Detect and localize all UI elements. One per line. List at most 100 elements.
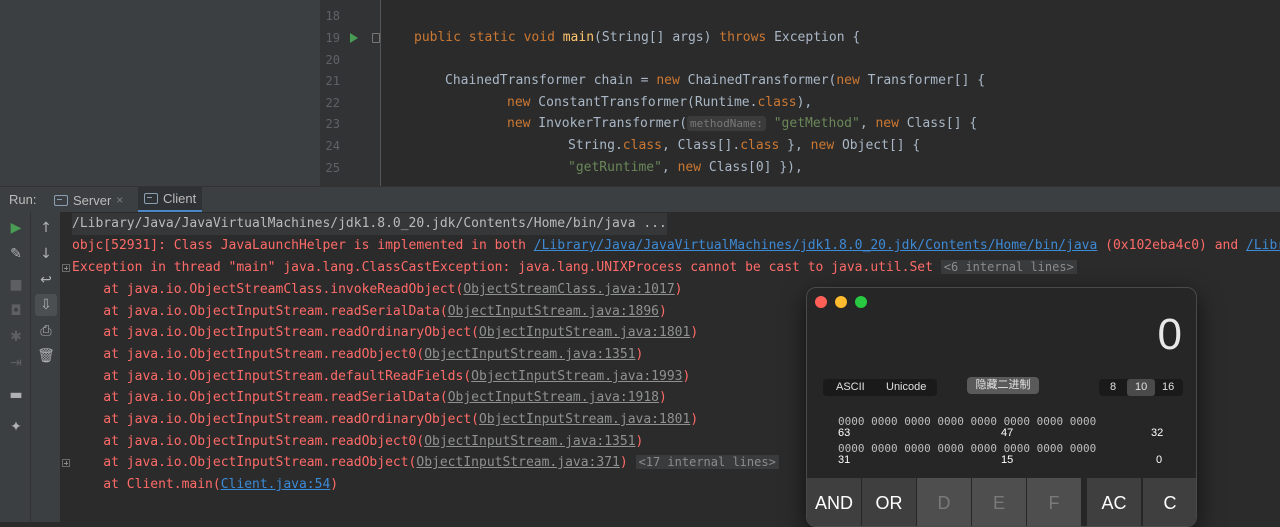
arrow-down-icon[interactable]: ↓ [35,243,57,265]
close-icon[interactable]: × [116,193,123,207]
source-link[interactable]: Client.java:54 [221,477,331,492]
code-text: new ConstantTransformer(Runtime.class), [507,95,813,110]
layout-icon[interactable]: ▬ [5,384,27,406]
all-clear-key[interactable]: AC [1087,478,1142,526]
path-link[interactable]: /Library/Java/JavaVirtualMachines/jdk1.8… [534,238,1098,253]
exception-line: Exception in thread "main" java.lang.Cla… [72,257,1077,279]
bit-index: 31 [838,454,851,466]
stop-icon[interactable]: ■ [5,274,27,296]
scroll-to-end-icon[interactable]: ⇩ [35,294,57,316]
calculator-window[interactable]: 0 ASCII Unicode 隐藏二进制 8 10 16 0000 0000 … [806,287,1197,527]
base-10[interactable]: 10 [1135,379,1147,396]
exit-icon[interactable]: ⇥ [5,352,27,374]
code-text: String.class, Class[].class }, new Objec… [568,138,921,153]
bit-row-low[interactable]: 0000 0000 0000 0000 0000 0000 0000 0000 [838,442,1096,455]
line-number: 22 [325,96,340,110]
tab-label: Client [163,191,197,206]
stack-frame: at java.io.ObjectInputStream.readObject0… [72,347,644,362]
and-key[interactable]: AND [807,478,862,526]
internal-lines-fold[interactable]: <17 internal lines> [635,455,779,469]
source-link[interactable]: ObjectInputStream.java:1351 [424,434,635,449]
bit-index: 15 [1001,454,1014,466]
ascii-option[interactable]: ASCII [836,379,865,396]
window-close-button[interactable] [815,296,827,308]
tab-server[interactable]: Server × [48,187,129,213]
source-link[interactable]: ObjectStreamClass.java:1017 [463,282,674,297]
arrow-up-icon[interactable]: ↑ [35,217,57,239]
source-link[interactable]: ObjectInputStream.java:1918 [448,390,659,405]
window-minimize-button[interactable] [835,296,847,308]
tab-client[interactable]: Client [138,187,203,213]
code-line: 21 ChainedTransformer chain = new Chaine… [0,70,1280,92]
line-number: 18 [325,9,340,23]
internal-lines-fold[interactable]: <6 internal lines> [940,260,1077,274]
expand-icon[interactable] [62,459,70,467]
hex-d-key[interactable]: D [917,478,972,526]
line-number: 19 [325,31,340,45]
base-8[interactable]: 8 [1110,379,1116,396]
console-line: objc[52931]: Class JavaLaunchHelper is i… [72,235,1280,257]
expand-icon[interactable] [62,264,70,272]
tab-label: Server [73,192,112,208]
bit-index: 63 [838,427,851,439]
code-text: ChainedTransformer chain = new ChainedTr… [445,73,986,88]
source-link[interactable]: ObjectInputStream.java:1993 [471,369,682,384]
code-text: "getRuntime", new Class[0] }), [568,160,803,175]
console-command-line: /Library/Java/JavaVirtualMachines/jdk1.8… [72,213,667,235]
run-label: Run: [9,192,37,207]
unicode-option[interactable]: Unicode [886,379,926,396]
fold-icon[interactable] [372,33,380,43]
source-link[interactable]: ObjectInputStream.java:1896 [448,304,659,319]
base-16[interactable]: 16 [1162,379,1174,396]
soft-wrap-icon[interactable]: ↩ [35,269,57,291]
window-zoom-button[interactable] [855,296,867,308]
stack-frame: at java.io.ObjectInputStream.readSerialD… [72,304,667,319]
source-link[interactable]: ObjectInputStream.java:371 [416,455,620,470]
clear-key[interactable]: C [1143,478,1196,526]
code-line: 22 new ConstantTransformer(Runtime.class… [0,92,1280,114]
code-line: 23 new InvokerTransformer(methodName: "g… [0,113,1280,135]
stack-frame: at java.io.ObjectInputStream.readObject(… [72,452,779,474]
hide-binary-button[interactable]: 隐藏二进制 [967,377,1039,394]
console-icon [54,194,68,206]
or-key[interactable]: OR [862,478,917,526]
hex-e-key[interactable]: E [972,478,1027,526]
line-number: 23 [325,117,340,131]
pin-icon[interactable]: ✦ [5,416,27,438]
trash-icon[interactable]: 🗑 [35,345,57,367]
code-line: 20 [0,49,1280,71]
parameter-hint: methodName: [687,116,766,131]
code-line: 18 [0,5,1280,27]
line-number: 20 [325,53,340,67]
source-link[interactable]: ObjectInputStream.java:1801 [479,325,690,340]
stack-frame: at java.io.ObjectInputStream.readOrdinar… [72,325,699,340]
path-link[interactable]: /Librar [1246,238,1280,253]
debug-icon[interactable]: ✱ [5,326,27,348]
print-icon[interactable]: ⎙ [35,320,57,342]
code-line: 25 "getRuntime", new Class[0] }), [0,157,1280,179]
source-link[interactable]: ObjectInputStream.java:1351 [424,347,635,362]
calculator-display: 0 [1157,310,1182,359]
run-toolbar-right: ↑ ↓ ↩ ⇩ ⎙ 🗑 [30,212,61,522]
code-line: 19 public static void main(String[] args… [0,27,1280,49]
run-main-icon[interactable] [350,33,358,43]
rerun-icon[interactable]: ▶ [5,217,27,239]
code-text: new InvokerTransformer(methodName: "getM… [507,116,978,131]
wrench-icon[interactable]: ✎ [5,243,27,265]
stack-frame: at java.io.ObjectInputStream.readObject0… [72,434,644,449]
run-toolbar-left: ▶ ✎ ■ ◘ ✱ ⇥ ▬ ✦ [0,212,30,522]
stack-frame: at java.io.ObjectStreamClass.invokeReadO… [72,282,683,297]
source-link[interactable]: ObjectInputStream.java:1801 [479,412,690,427]
bit-index: 32 [1151,427,1164,439]
line-number: 25 [325,161,340,175]
encoding-toggle[interactable]: ASCII Unicode [823,379,937,396]
bit-row-high[interactable]: 0000 0000 0000 0000 0000 0000 0000 0000 [838,415,1096,428]
calculator-keypad: AND OR D E F AC C [807,478,1196,526]
code-editor[interactable]: 18 19 public static void main(String[] a… [0,0,1280,186]
hex-f-key[interactable]: F [1027,478,1082,526]
code-line: 24 String.class, Class[].class }, new Ob… [0,135,1280,157]
line-number: 24 [325,139,340,153]
stack-frame: at java.io.ObjectInputStream.defaultRead… [72,369,691,384]
camera-icon[interactable]: ◘ [5,300,27,322]
console-icon [144,193,158,204]
